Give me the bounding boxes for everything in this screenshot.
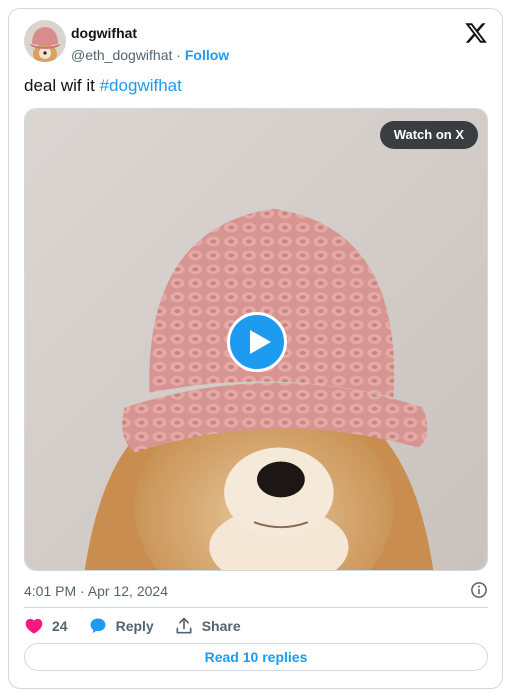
reply-bubble-icon (90, 618, 106, 634)
author-handle-row: @eth_dogwifhat · Follow (71, 46, 229, 64)
share-button[interactable]: Share (174, 616, 241, 636)
reply-button[interactable]: Reply (88, 616, 154, 636)
author-avatar[interactable] (24, 20, 66, 62)
action-bar: 24 Reply Share (24, 614, 261, 638)
like-count: 24 (52, 618, 68, 634)
author-info: dogwifhat @eth_dogwifhat · Follow (71, 24, 229, 64)
tweet-timestamp[interactable]: 4:01 PM · Apr 12, 2024 (24, 583, 168, 599)
follow-link[interactable]: Follow (185, 47, 229, 63)
divider (24, 607, 488, 608)
author-display-name[interactable]: dogwifhat (71, 24, 229, 42)
watch-on-x-button[interactable]: Watch on X (379, 121, 478, 149)
tweet-text-body: deal wif it (24, 76, 100, 95)
like-button[interactable]: 24 (24, 616, 68, 636)
handle-separator: · (176, 47, 181, 63)
tweet-text: deal wif it #dogwifhat (24, 75, 182, 97)
tweet-embed-card: dogwifhat @eth_dogwifhat · Follow deal w… (8, 8, 503, 689)
info-icon[interactable] (470, 581, 488, 599)
video-media[interactable]: Watch on X (24, 108, 488, 571)
reply-label: Reply (115, 618, 154, 634)
hashtag-link[interactable]: #dogwifhat (100, 76, 182, 95)
avatar-image (24, 20, 66, 62)
x-logo-icon[interactable] (464, 21, 488, 45)
play-button[interactable] (227, 312, 287, 372)
share-label: Share (201, 618, 241, 634)
read-replies-button[interactable]: Read 10 replies (24, 643, 488, 671)
heart-icon (25, 618, 43, 634)
author-handle[interactable]: @eth_dogwifhat (71, 47, 172, 63)
tweet-meta: 4:01 PM · Apr 12, 2024 (24, 581, 488, 601)
share-icon (176, 617, 192, 634)
play-icon (250, 330, 271, 354)
